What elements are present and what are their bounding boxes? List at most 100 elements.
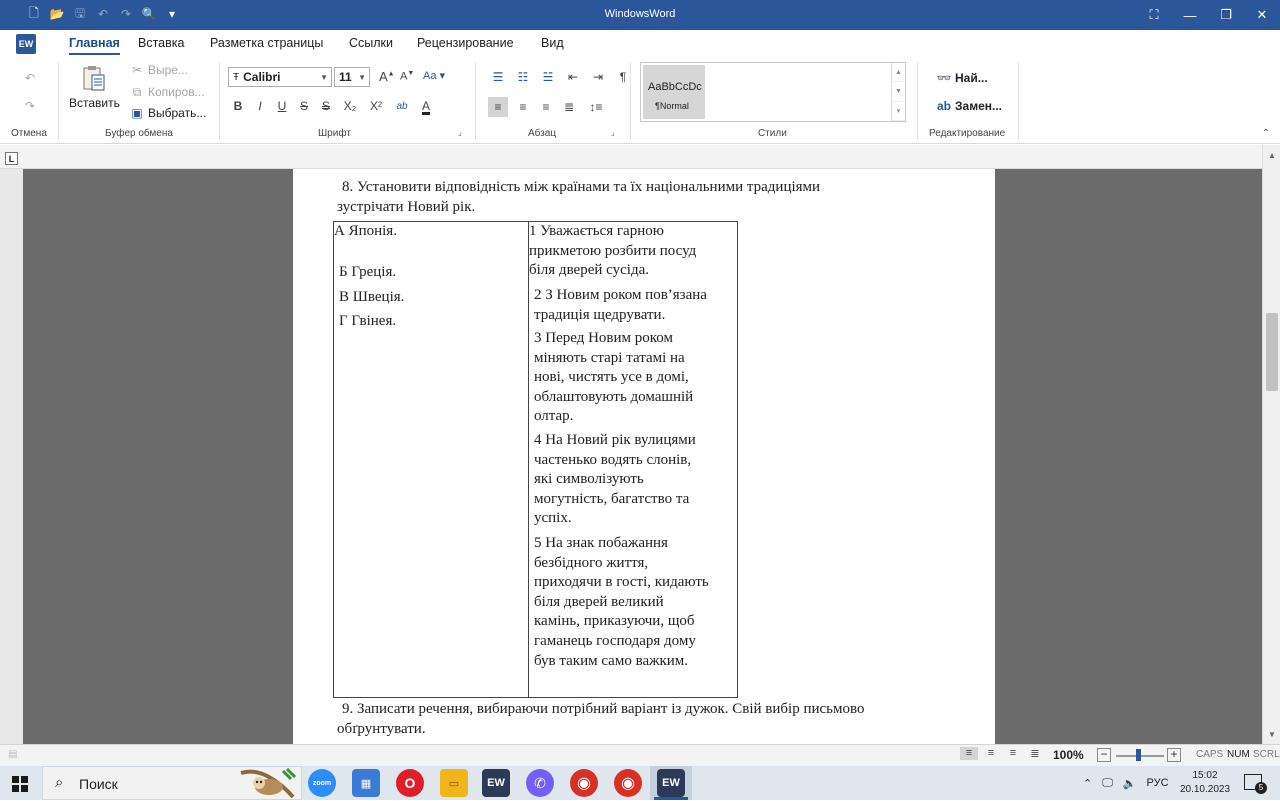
italic-button[interactable]: I xyxy=(252,97,268,115)
tab-stop-selector[interactable]: L xyxy=(5,152,18,165)
increase-indent-icon[interactable]: ⇥ xyxy=(590,69,606,85)
font-size-select[interactable]: 11 ▼ xyxy=(334,67,370,87)
language-indicator[interactable]: РУС xyxy=(1147,777,1169,789)
undo-icon[interactable]: ↶ xyxy=(95,6,111,22)
file-explorer-icon[interactable]: ▭ xyxy=(440,769,468,797)
close-icon[interactable]: ✕ xyxy=(1244,0,1280,30)
tab-view[interactable]: Вид xyxy=(541,36,564,50)
viber-app-icon[interactable]: ✆ xyxy=(526,769,554,797)
shrink-font-icon: A▼ xyxy=(400,70,415,83)
grow-font-button[interactable]: A▲ xyxy=(379,69,395,84)
pilcrow-icon[interactable]: ¶ xyxy=(615,69,631,85)
document-page[interactable]: 8. Установити відповідність між країнами… xyxy=(293,169,995,744)
change-case-button[interactable]: Aa ▾ xyxy=(423,69,445,82)
new-document-icon[interactable]: 🗋 xyxy=(26,6,42,22)
select-all-button[interactable]: ▣ Выбрать... xyxy=(129,105,206,121)
shrink-font-button[interactable]: A▼ xyxy=(400,70,414,83)
network-icon[interactable]: 🖵 xyxy=(1102,777,1113,790)
collapse-ribbon-icon[interactable]: ⌃ xyxy=(1262,128,1270,139)
underline-button[interactable]: U xyxy=(274,97,290,115)
font-name-select[interactable]: Ŧ Calibri ▼ xyxy=(228,67,332,87)
tab-insert[interactable]: Вставка xyxy=(138,36,184,50)
paste-button[interactable]: Вставить xyxy=(69,64,120,110)
paragraph-dialog-launcher-icon[interactable]: ⌟ xyxy=(611,128,615,137)
windowsword-app-icon[interactable]: EW xyxy=(482,769,510,797)
fullscreen-icon[interactable]: ⛶ xyxy=(1136,0,1172,30)
cut-button[interactable]: ✂ Выре... xyxy=(129,62,188,78)
print-preview-icon[interactable]: 🔍 xyxy=(141,6,157,22)
style-normal-tile[interactable]: AaBbCcDc ¶Normal xyxy=(643,65,705,119)
justify-icon[interactable]: ≣ xyxy=(561,99,577,115)
redo-button[interactable]: ↷ xyxy=(22,98,41,114)
find-button[interactable]: 👓 Най... xyxy=(936,70,988,86)
bullet-list-icon[interactable]: ☰ xyxy=(490,69,506,85)
decrease-indent-icon[interactable]: ⇤ xyxy=(565,69,581,85)
scroll-up-icon[interactable]: ▲ xyxy=(1263,147,1280,163)
volume-icon[interactable]: 🔈 xyxy=(1123,777,1137,790)
minimize-icon[interactable]: — xyxy=(1172,0,1208,30)
zoom-out-button[interactable]: − xyxy=(1097,748,1111,762)
chevron-down-icon[interactable]: ▼ xyxy=(892,82,905,102)
tab-home[interactable]: Главная xyxy=(69,36,120,55)
align-left-icon[interactable]: ≡ xyxy=(960,747,978,760)
open-folder-icon[interactable]: 📂 xyxy=(49,6,65,22)
chevron-up-icon[interactable]: ▲ xyxy=(892,63,905,83)
align-center-icon[interactable]: ≡ xyxy=(515,99,531,115)
chevron-down-icon: ▼ xyxy=(358,72,366,82)
zoom-slider-thumb[interactable] xyxy=(1136,749,1141,761)
start-button[interactable] xyxy=(8,772,32,796)
chevron-up-icon[interactable]: ⌃ xyxy=(1083,777,1092,790)
save-icon[interactable]: 🖫 xyxy=(72,6,88,22)
scroll-down-icon[interactable]: ▼ xyxy=(1263,726,1280,742)
bold-button[interactable]: B xyxy=(230,97,246,115)
opera-app-icon[interactable]: O xyxy=(396,769,424,797)
redo-icon[interactable]: ↷ xyxy=(118,6,134,22)
taskbar-search[interactable]: ⌕ Поиск xyxy=(42,766,302,800)
undo-icon: ↶ xyxy=(24,71,36,85)
notification-center-icon[interactable]: 5 xyxy=(1244,774,1267,794)
scissors-icon: ✂ xyxy=(131,63,143,77)
clock-date: 20.10.2023 xyxy=(1179,784,1231,795)
tab-review[interactable]: Рецензирование xyxy=(417,36,514,50)
question-9-line-1: 9. Записати речення, вибираючи потрібний… xyxy=(342,701,865,717)
group-separator xyxy=(475,62,476,140)
align-right-icon[interactable]: ≡ xyxy=(538,99,554,115)
store-app-icon[interactable]: ▦ xyxy=(352,769,380,797)
group-separator xyxy=(630,62,631,140)
align-center-icon[interactable]: ≡ xyxy=(982,747,1000,760)
file-menu-button[interactable]: EW xyxy=(16,34,36,54)
group-separator xyxy=(58,62,59,140)
zoom-in-button[interactable]: + xyxy=(1167,748,1181,762)
clock-time: 15:02 xyxy=(1192,770,1218,781)
list-buttons: ☰ ☷ ☱ ⇤ ⇥ ¶ xyxy=(490,69,634,85)
multilevel-list-icon[interactable]: ☱ xyxy=(540,69,556,85)
customize-qat-icon[interactable]: ▾ xyxy=(164,6,180,22)
align-left-icon[interactable]: ≡ xyxy=(488,97,508,117)
justify-icon[interactable]: ≣ xyxy=(1026,747,1044,760)
font-dialog-launcher-icon[interactable]: ⌟ xyxy=(458,128,462,137)
chrome-app-icon[interactable]: ◉ xyxy=(570,769,598,797)
windowsword-active-app-icon[interactable]: EW xyxy=(657,769,685,797)
tab-page-layout[interactable]: Разметка страницы xyxy=(210,36,323,50)
double-strikethrough-button[interactable]: S xyxy=(318,97,334,115)
line-spacing-icon[interactable]: ↕≡ xyxy=(584,99,608,115)
zoom-app-icon[interactable]: zoom xyxy=(308,769,336,797)
vertical-scrollbar[interactable]: ▲ ▼ xyxy=(1262,145,1280,744)
align-right-icon[interactable]: ≡ xyxy=(1004,747,1022,760)
undo-button[interactable]: ↶ xyxy=(22,70,41,86)
numbered-list-icon[interactable]: ☷ xyxy=(515,69,531,85)
copy-button[interactable]: ⧉ Копиров... xyxy=(129,84,205,100)
status-align-buttons: ≡ ≡ ≡ ≣ xyxy=(960,747,1044,760)
restore-icon[interactable]: ❐ xyxy=(1208,0,1244,30)
strikethrough-button[interactable]: S xyxy=(296,97,312,115)
superscript-button[interactable]: X² xyxy=(366,97,386,115)
more-styles-icon[interactable]: ▾ xyxy=(892,102,905,121)
replace-button[interactable]: ab Замен... xyxy=(936,98,1002,114)
font-color-button[interactable]: A xyxy=(418,97,434,115)
highlight-button[interactable]: ab xyxy=(392,97,412,115)
scrollbar-thumb[interactable] xyxy=(1266,313,1278,391)
tab-references[interactable]: Ссылки xyxy=(349,36,393,50)
chrome-profile-app-icon[interactable]: ◉ xyxy=(614,769,642,797)
subscript-button[interactable]: X₂ xyxy=(340,97,360,115)
taskbar-clock[interactable]: 15:02 20.10.2023 xyxy=(1178,769,1232,797)
